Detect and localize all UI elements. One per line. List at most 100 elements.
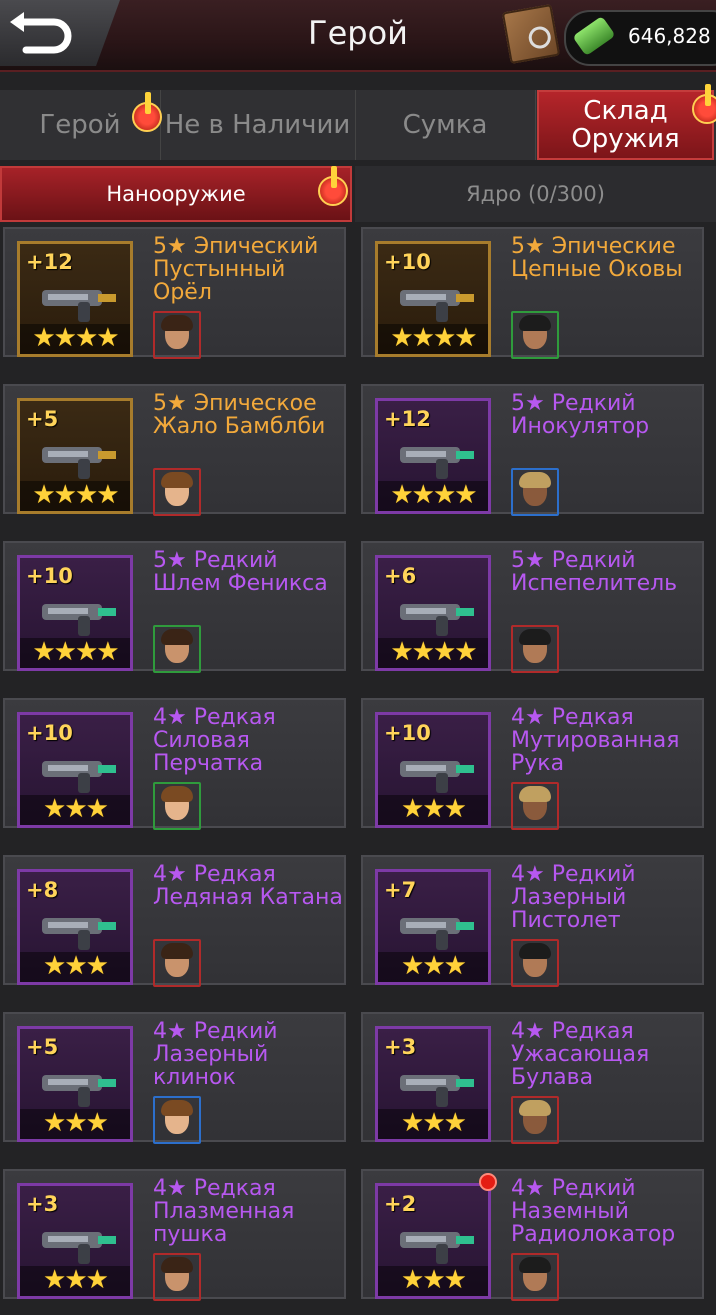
alert-icon — [318, 166, 348, 206]
hero-avatar[interactable] — [153, 1253, 201, 1301]
mace-icon — [400, 1075, 474, 1107]
upgrade-level: +12 — [26, 250, 73, 274]
weapon-name: 4★ Редкий Лазерный Пистолет — [511, 862, 636, 933]
weapon-thumbnail: +8 ★★★ — [17, 869, 133, 985]
codex-book-icon[interactable] — [501, 4, 561, 64]
hero-avatar[interactable] — [153, 625, 201, 673]
star-rating: ★★★★ — [20, 481, 130, 511]
hero-avatar[interactable] — [511, 1096, 559, 1144]
sub-tabs: Нанооружие Ядро (0/300) — [0, 166, 716, 222]
hero-avatar[interactable] — [153, 311, 201, 359]
laser-pistol-icon — [400, 918, 474, 950]
weapon-name: 5★ Редкий Испепелитель — [511, 548, 678, 596]
weapon-thumbnail: +3 ★★★ — [375, 1026, 491, 1142]
weapon-card[interactable]: +7 ★★★ 4★ Редкий Лазерный Пистолет — [361, 855, 704, 987]
hero-avatar[interactable] — [511, 782, 559, 830]
upgrade-level: +2 — [384, 1192, 417, 1216]
weapon-card[interactable]: +2 ★★★ 4★ Редкий Наземный Радиолокатор — [361, 1169, 704, 1301]
hero-avatar[interactable] — [511, 311, 559, 359]
hero-avatar[interactable] — [153, 1096, 201, 1144]
weapon-card[interactable]: +10 ★★★ 4★ Редкая Силовая Перчатка — [3, 698, 346, 830]
hero-avatar[interactable] — [153, 939, 201, 987]
alert-icon — [692, 84, 716, 124]
weapon-card[interactable]: +10 ★★★★ 5★ Редкий Шлем Феникса — [3, 541, 346, 673]
hero-avatar[interactable] — [153, 782, 201, 830]
weapon-thumbnail: +5 ★★★ — [17, 1026, 133, 1142]
weapon-card[interactable]: +12 ★★★★ 5★ Эпический Пустынный Орёл — [3, 227, 346, 359]
star-rating: ★★★ — [20, 952, 130, 982]
tab-bag[interactable]: Сумка — [355, 90, 536, 160]
weapon-card[interactable]: +6 ★★★★ 5★ Редкий Испепелитель — [361, 541, 704, 673]
weapon-name: 4★ Редкая Плазменная пушка — [153, 1176, 295, 1247]
weapon-card[interactable]: +10 ★★★ 4★ Редкая Мутированная Рука — [361, 698, 704, 830]
stinger-icon — [42, 447, 116, 479]
weapon-name: 4★ Редкая Ужасающая Булава — [511, 1019, 650, 1090]
star-rating: ★★★★ — [20, 638, 130, 668]
weapon-name: 4★ Редкая Силовая Перчатка — [153, 705, 276, 776]
hero-avatar[interactable] — [511, 1253, 559, 1301]
weapon-card[interactable]: +12 ★★★★ 5★ Редкий Инокулятор — [361, 384, 704, 516]
tab-label: Не в Наличии — [164, 110, 351, 140]
weapon-name: 5★ Эпический Пустынный Орёл — [153, 234, 319, 305]
weapon-name: 5★ Редкий Инокулятор — [511, 391, 650, 439]
currency-amount: 646,828 — [628, 24, 711, 48]
weapon-card[interactable]: +8 ★★★ 4★ Редкая Ледяная Катана — [3, 855, 346, 987]
tab-not-available[interactable]: Не в Наличии — [160, 90, 356, 160]
plasma-cannon-icon — [42, 1232, 116, 1264]
hero-avatar[interactable] — [511, 468, 559, 516]
alert-icon — [132, 92, 162, 132]
flamethrower-icon — [400, 604, 474, 636]
weapon-name: 5★ Эпическое Жало Бамблби — [153, 391, 326, 439]
upgrade-level: +3 — [384, 1035, 417, 1059]
hero-avatar[interactable] — [511, 939, 559, 987]
weapon-card[interactable]: +3 ★★★ 4★ Редкая Плазменная пушка — [3, 1169, 346, 1301]
weapon-thumbnail: +6 ★★★★ — [375, 555, 491, 671]
weapon-thumbnail: +10 ★★★★ — [375, 241, 491, 357]
weapon-thumbnail: +10 ★★★ — [375, 712, 491, 828]
hero-avatar[interactable] — [153, 468, 201, 516]
upgrade-level: +5 — [26, 1035, 59, 1059]
weapon-name: 5★ Редкий Шлем Феникса — [153, 548, 328, 596]
subtab-nanoweapons[interactable]: Нанооружие — [0, 166, 352, 222]
upgrade-level: +10 — [384, 250, 431, 274]
upgrade-level: +10 — [384, 721, 431, 745]
weapon-name: 4★ Редкий Наземный Радиолокатор — [511, 1176, 676, 1247]
star-rating: ★★★★ — [378, 324, 488, 354]
weapon-name: 4★ Редкий Лазерный клинок — [153, 1019, 278, 1090]
subtab-core[interactable]: Ядро (0/300) — [355, 166, 716, 222]
weapon-thumbnail: +10 ★★★★ — [17, 555, 133, 671]
weapon-thumbnail: +10 ★★★ — [17, 712, 133, 828]
top-bar: Герой 646,828 — [0, 0, 716, 72]
weapon-card[interactable]: +5 ★★★ 4★ Редкий Лазерный клинок — [3, 1012, 346, 1144]
weapon-card[interactable]: +5 ★★★★ 5★ Эпическое Жало Бамблби — [3, 384, 346, 516]
tab-weapon-storage[interactable]: Склад Оружия — [537, 90, 714, 160]
weapon-thumbnail: +12 ★★★★ — [375, 398, 491, 514]
upgrade-level: +5 — [26, 407, 59, 431]
star-rating: ★★★ — [20, 1266, 130, 1296]
rifle-icon — [400, 447, 474, 479]
upgrade-level: +12 — [384, 407, 431, 431]
currency-display[interactable]: 646,828 — [564, 10, 716, 66]
chain-shackles-icon — [400, 290, 474, 322]
weapon-thumbnail: +2 ★★★ — [375, 1183, 491, 1299]
upgrade-level: +10 — [26, 721, 73, 745]
weapon-thumbnail: +3 ★★★ — [17, 1183, 133, 1299]
weapon-card[interactable]: +3 ★★★ 4★ Редкая Ужасающая Булава — [361, 1012, 704, 1144]
weapon-name: 5★ Эпические Цепные Оковы — [511, 234, 683, 282]
weapon-thumbnail: +7 ★★★ — [375, 869, 491, 985]
tab-label: Герой — [39, 110, 121, 140]
subtab-label: Ядро (0/300) — [466, 182, 605, 206]
weapon-card[interactable]: +10 ★★★★ 5★ Эпические Цепные Оковы — [361, 227, 704, 359]
star-rating: ★★★ — [378, 1109, 488, 1139]
star-rating: ★★★★ — [20, 324, 130, 354]
main-tabs: Герой Не в Наличии Сумка Склад Оружия — [0, 84, 716, 160]
katana-icon — [42, 918, 116, 950]
new-item-dot — [479, 1173, 497, 1191]
star-rating: ★★★★ — [378, 481, 488, 511]
upgrade-level: +8 — [26, 878, 59, 902]
star-rating: ★★★★ — [378, 638, 488, 668]
upgrade-level: +7 — [384, 878, 417, 902]
power-glove-icon — [42, 761, 116, 793]
hero-avatar[interactable] — [511, 625, 559, 673]
weapon-name: 4★ Редкая Мутированная Рука — [511, 705, 680, 776]
